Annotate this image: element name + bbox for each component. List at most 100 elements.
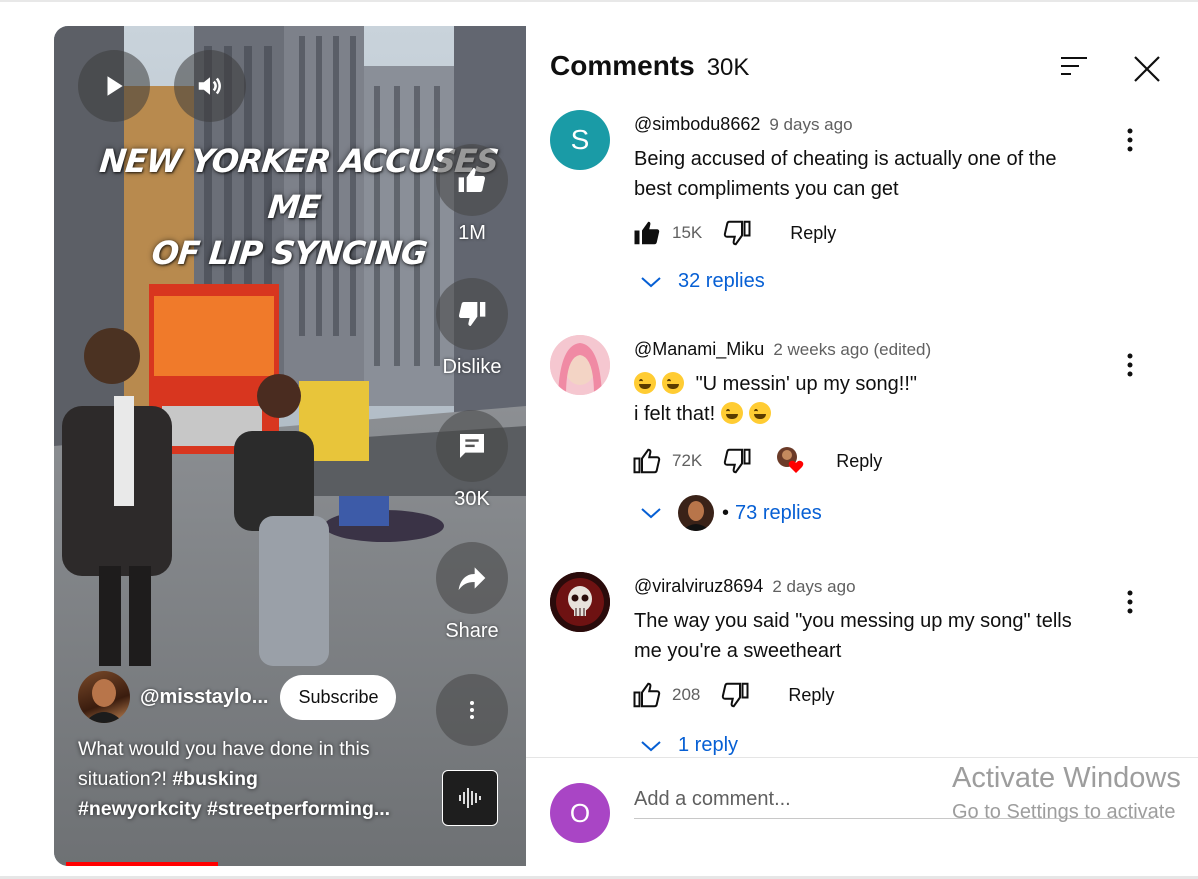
comment-actions: 208 Reply — [632, 680, 834, 710]
comments-button[interactable] — [436, 410, 508, 482]
view-replies-button[interactable]: 32 replies — [640, 270, 765, 293]
comment-text-fragment: "U messin' up my song!!" — [695, 373, 917, 395]
comment-text-line: Being accused of cheating is actually on… — [634, 148, 1057, 170]
commenter-avatar[interactable] — [550, 572, 610, 632]
comment-text: Being accused of cheating is actually on… — [634, 144, 1104, 204]
chevron-down-icon — [641, 276, 661, 287]
video-progress-bar[interactable] — [66, 862, 219, 866]
comment-text: "U messin' up my song!!" i felt that! — [634, 369, 1104, 429]
dislike-button[interactable] — [436, 278, 508, 350]
share-label: Share — [445, 620, 499, 642]
kebab-menu-icon — [1127, 128, 1133, 152]
creator-avatar-image — [678, 495, 714, 531]
commenter-avatar[interactable] — [550, 335, 610, 395]
mute-button[interactable] — [174, 50, 246, 122]
like-action[interactable]: 1M — [436, 144, 508, 245]
comment-header: @simbodu8662 9 days ago — [634, 114, 853, 135]
comment-text-line: me you're a sweetheart — [634, 640, 842, 662]
comment-timestamp[interactable]: 2 weeks ago (edited) — [773, 340, 931, 359]
thumbs-up-filled-icon[interactable] — [632, 218, 662, 248]
grinning-sweat-emoji — [634, 372, 656, 394]
description-text: situation?! — [78, 768, 167, 790]
comment-text-line: "U messin' up my song!!" — [634, 369, 1104, 399]
description-line: situation?! #busking — [78, 764, 408, 794]
comment-text-fragment: i felt that! — [634, 403, 716, 425]
chevron-down-icon — [641, 508, 661, 519]
thumbs-up-icon — [458, 168, 486, 192]
comment-username[interactable]: @Manami_Miku — [634, 339, 764, 359]
more-options-button[interactable] — [436, 674, 508, 746]
view-replies-button[interactable]: 1 reply — [640, 734, 738, 757]
share-action[interactable]: Share — [436, 542, 508, 643]
comment-timestamp[interactable]: 9 days ago — [769, 115, 852, 134]
thumbs-down-icon[interactable] — [722, 446, 752, 476]
comment-text-line: best compliments you can get — [634, 178, 899, 200]
commenter-avatar[interactable]: S — [550, 110, 610, 170]
comment-username[interactable]: @viralviruz8694 — [634, 576, 763, 596]
share-button[interactable] — [436, 542, 508, 614]
kebab-menu-icon — [470, 701, 474, 719]
bullet-separator: • — [722, 501, 730, 524]
creator-heart-icon — [777, 447, 804, 473]
play-button[interactable] — [78, 50, 150, 122]
thumbs-up-icon[interactable] — [632, 680, 662, 710]
windows-activation-watermark: Activate Windows Go to Settings to activ… — [952, 762, 1181, 824]
sort-button[interactable] — [1059, 54, 1089, 85]
kebab-menu-icon — [1127, 353, 1133, 377]
channel-avatar-image — [84, 679, 124, 723]
tears-of-joy-emoji — [662, 372, 684, 394]
comment-header: @Manami_Miku 2 weeks ago (edited) — [634, 339, 931, 360]
creator-reply-avatar — [678, 495, 714, 531]
like-button[interactable] — [436, 144, 508, 216]
channel-name[interactable]: @misstaylo... — [140, 686, 268, 709]
comment-actions: 15K Reply — [632, 218, 836, 248]
more-action[interactable] — [436, 674, 508, 746]
hashtag[interactable]: #busking — [172, 768, 258, 790]
comment-like-count: 72K — [672, 451, 703, 470]
comment-menu-button[interactable] — [1120, 351, 1140, 384]
like-count: 1M — [458, 222, 486, 244]
dislike-action[interactable]: Dislike — [436, 278, 508, 379]
channel-avatar[interactable] — [78, 671, 130, 723]
description-line: What would you have done in this — [78, 738, 370, 760]
thumbs-down-icon[interactable] — [720, 680, 750, 710]
sort-icon — [1061, 57, 1087, 75]
thumbs-down-icon — [458, 302, 486, 326]
creator-heart-badge — [776, 446, 806, 476]
comment-text-line: i felt that! — [634, 399, 1104, 429]
comments-title: Comments — [550, 50, 695, 81]
comment-like-count: 15K — [672, 223, 703, 242]
avatar-letter: S — [570, 124, 590, 155]
reply-button[interactable]: Reply — [788, 685, 834, 706]
comment-username[interactable]: @simbodu8662 — [634, 114, 760, 134]
comment-like-count: 208 — [672, 685, 701, 704]
comment-text-line: The way you said "you messing up my song… — [634, 610, 1072, 632]
shorts-video-player[interactable]: NEW YORKER ACCUSES ME OF LIP SYNCING 1M … — [54, 26, 526, 866]
thumbs-up-icon[interactable] — [632, 446, 662, 476]
audio-waveform-icon — [459, 788, 481, 808]
kebab-menu-icon — [1127, 590, 1133, 614]
comment-icon — [460, 434, 484, 458]
reply-button[interactable]: Reply — [790, 223, 836, 244]
sound-thumbnail[interactable] — [442, 770, 498, 826]
hashtags-line[interactable]: #newyorkcity #streetperforming... — [78, 794, 408, 824]
comments-header: Comments 30K — [550, 50, 749, 82]
close-button[interactable] — [1132, 54, 1162, 89]
comment-timestamp[interactable]: 2 days ago — [772, 577, 855, 596]
volume-icon — [198, 77, 221, 95]
thumbs-down-icon[interactable] — [722, 218, 752, 248]
comments-count: 30K — [706, 54, 750, 81]
watermark-title: Activate Windows — [952, 762, 1181, 794]
reply-button[interactable]: Reply — [836, 451, 882, 472]
subscribe-button[interactable]: Subscribe — [280, 674, 397, 720]
current-user-avatar: O — [550, 783, 610, 843]
view-replies-button[interactable]: • 73 replies — [640, 495, 822, 531]
video-description[interactable]: What would you have done in this situati… — [78, 734, 408, 824]
comment-menu-button[interactable] — [1120, 126, 1140, 159]
comment-text: The way you said "you messing up my song… — [634, 606, 1104, 666]
grinning-sweat-emoji — [720, 402, 743, 424]
avatar-letter: O — [569, 797, 591, 828]
dislike-label: Dislike — [442, 356, 502, 378]
comments-action[interactable]: 30K — [436, 410, 508, 511]
comment-menu-button[interactable] — [1120, 588, 1140, 621]
